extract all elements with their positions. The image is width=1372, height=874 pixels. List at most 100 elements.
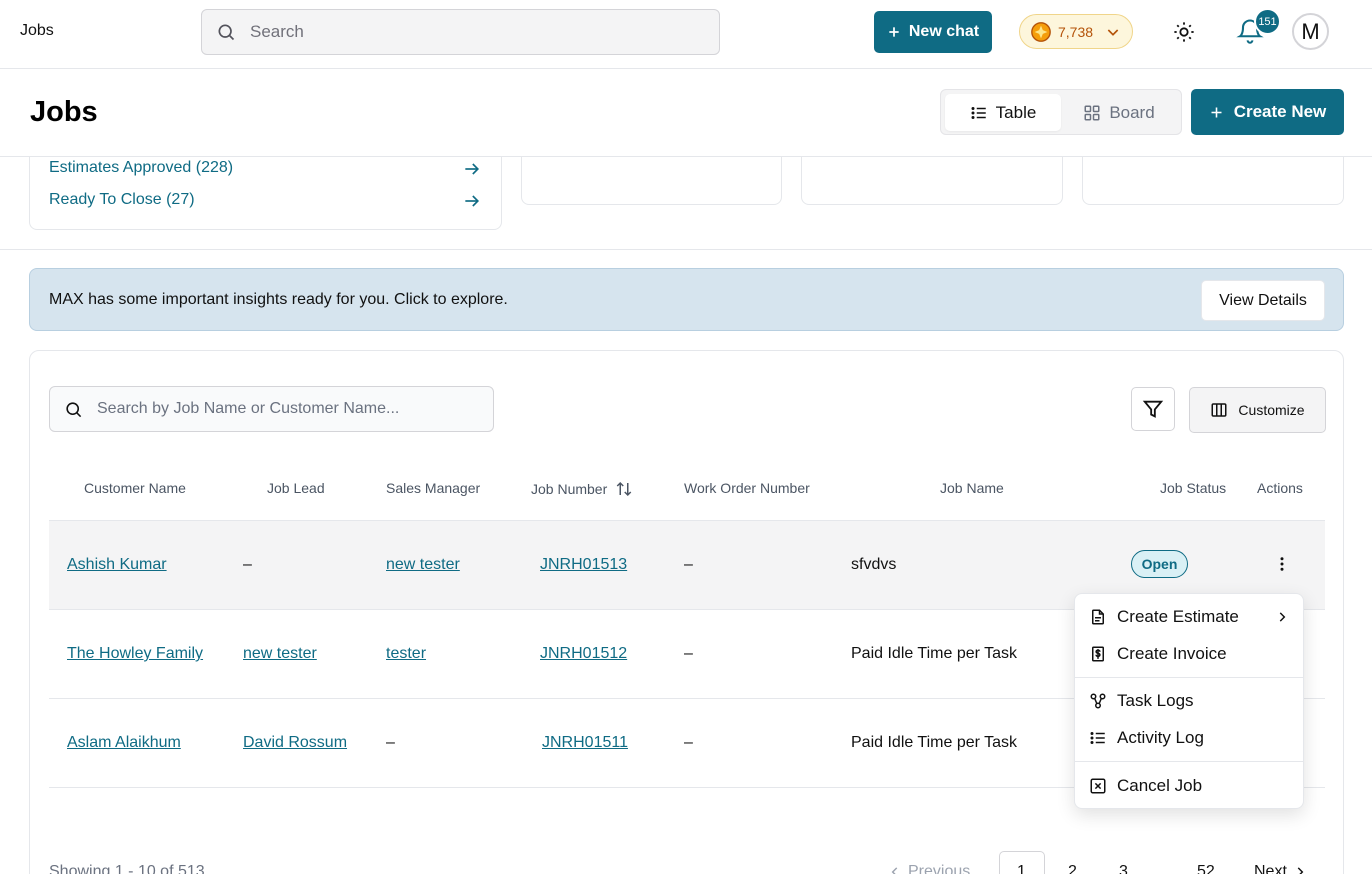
customer-name-link[interactable]: Ashish Kumar: [67, 556, 167, 574]
job-number-link[interactable]: JNRH01511: [542, 734, 628, 752]
customize-label: Customize: [1238, 402, 1305, 418]
view-details-button[interactable]: View Details: [1201, 280, 1325, 321]
status-badge: Open: [1131, 550, 1188, 578]
previous-label: Previous: [908, 863, 971, 874]
chevron-left-icon: [888, 865, 902, 874]
filter-icon: [1142, 398, 1164, 420]
menu-item-label: Create Invoice: [1117, 644, 1227, 663]
app-title: Jobs: [20, 22, 54, 39]
column-header-job-lead[interactable]: Job Lead: [267, 480, 325, 496]
top-bar: Jobs New chat 7,738 151 M: [0, 0, 1372, 69]
menu-item-activity-log[interactable]: Activity Log: [1075, 720, 1303, 756]
page-header: Jobs Table Board Create New: [0, 69, 1372, 157]
file-text-icon: [1089, 608, 1107, 626]
avatar[interactable]: M: [1292, 13, 1329, 50]
columns-icon: [1210, 401, 1228, 419]
coin-icon: [1030, 21, 1052, 43]
page-button-1[interactable]: 1: [1017, 863, 1026, 874]
sun-icon[interactable]: [1173, 21, 1195, 43]
next-label: Next: [1254, 863, 1287, 874]
table-view-label: Table: [995, 102, 1037, 122]
page-button-52[interactable]: 52: [1197, 863, 1215, 874]
board-view-button[interactable]: Board: [1061, 94, 1177, 131]
board-view-label: Board: [1109, 102, 1155, 122]
create-new-button[interactable]: Create New: [1191, 89, 1344, 135]
job-lead-cell: –: [243, 556, 252, 573]
column-header-work-order-number[interactable]: Work Order Number: [684, 480, 810, 496]
job-name-cell: Paid Idle Time per Task: [851, 645, 1018, 662]
column-header-job-name[interactable]: Job Name: [940, 480, 1004, 496]
row-actions-menu: Create Estimate Create Invoice Task Logs…: [1074, 593, 1304, 809]
insights-banner-text: MAX has some important insights ready fo…: [49, 291, 508, 308]
sort-icon[interactable]: [615, 480, 633, 498]
job-number-link[interactable]: JNRH01513: [540, 556, 627, 574]
menu-item-label: Task Logs: [1117, 691, 1194, 710]
list-icon: [1089, 729, 1107, 747]
job-lead-link[interactable]: David Rossum: [243, 734, 347, 752]
customize-button[interactable]: Customize: [1189, 387, 1326, 433]
page-button-2[interactable]: 2: [1068, 863, 1077, 874]
filter-button[interactable]: [1131, 387, 1175, 431]
customer-name-link[interactable]: Aslam Alaikhum: [67, 734, 181, 752]
summary-link-estimates-approved[interactable]: Estimates Approved (228): [49, 159, 233, 177]
column-header-job-number-label: Job Number: [531, 481, 608, 497]
search-icon: [64, 400, 83, 419]
column-header-job-number[interactable]: Job Number: [531, 480, 633, 498]
grid-icon: [1083, 104, 1101, 122]
page-title: Jobs: [30, 96, 98, 128]
credits-dropdown[interactable]: 7,738: [1019, 14, 1133, 49]
notification-badge: 151: [1254, 8, 1281, 35]
work-order-cell: –: [684, 734, 693, 751]
previous-page-button[interactable]: Previous: [888, 863, 970, 874]
view-toggle: Table Board: [940, 89, 1182, 135]
page-button-3[interactable]: 3: [1119, 863, 1128, 874]
column-header-customer-name[interactable]: Customer Name: [84, 480, 186, 496]
chevron-down-icon: [1105, 24, 1121, 40]
menu-item-label: Activity Log: [1117, 728, 1204, 747]
column-header-job-status[interactable]: Job Status: [1160, 480, 1226, 496]
list-icon: [970, 104, 988, 122]
column-header-actions: Actions: [1257, 480, 1303, 496]
arrow-right-icon[interactable]: [462, 159, 482, 179]
global-search-input[interactable]: [250, 22, 670, 42]
network-icon: [1089, 692, 1107, 710]
more-vertical-icon[interactable]: [1273, 553, 1291, 575]
job-lead-link[interactable]: new tester: [243, 645, 317, 663]
chevron-right-icon: [1293, 865, 1307, 874]
menu-divider: [1075, 761, 1303, 762]
work-order-cell: –: [684, 556, 693, 573]
next-page-button[interactable]: Next: [1254, 863, 1307, 874]
job-name-cell: sfvdvs: [851, 556, 897, 573]
chevron-right-icon: [1275, 610, 1289, 624]
job-number-link[interactable]: JNRH01512: [540, 645, 627, 663]
credits-value: 7,738: [1058, 23, 1094, 40]
column-header-sales-manager[interactable]: Sales Manager: [386, 480, 480, 496]
plus-icon: [887, 25, 901, 39]
menu-item-task-logs[interactable]: Task Logs: [1075, 683, 1303, 719]
invoice-dollar-icon: [1089, 645, 1107, 663]
create-new-label: Create New: [1233, 102, 1327, 121]
insights-banner: MAX has some important insights ready fo…: [29, 268, 1344, 331]
page-ellipsis: ...: [1160, 863, 1174, 874]
global-search[interactable]: [201, 9, 720, 55]
arrow-right-icon[interactable]: [462, 191, 482, 211]
menu-divider: [1075, 677, 1303, 678]
sales-manager-link[interactable]: new tester: [386, 556, 460, 574]
menu-item-create-invoice[interactable]: Create Invoice: [1075, 636, 1303, 672]
customer-name-link[interactable]: The Howley Family: [67, 645, 203, 663]
x-square-icon: [1089, 777, 1107, 795]
search-icon: [216, 22, 236, 42]
menu-item-cancel-job[interactable]: Cancel Job: [1075, 768, 1303, 804]
pagination-info: Showing 1 - 10 of 513: [49, 863, 205, 874]
menu-item-create-estimate[interactable]: Create Estimate: [1075, 599, 1303, 635]
menu-item-label: Create Estimate: [1117, 607, 1239, 626]
section-divider: [0, 249, 1372, 250]
job-name-cell: Paid Idle Time per Task: [851, 734, 1018, 751]
new-chat-button[interactable]: New chat: [874, 11, 992, 53]
table-view-button[interactable]: Table: [945, 94, 1061, 131]
summary-link-ready-to-close[interactable]: Ready To Close (27): [49, 191, 195, 209]
table-search-input[interactable]: [97, 400, 477, 418]
new-chat-label: New chat: [908, 23, 980, 40]
sales-manager-link[interactable]: tester: [386, 645, 426, 663]
table-search[interactable]: [49, 386, 494, 432]
